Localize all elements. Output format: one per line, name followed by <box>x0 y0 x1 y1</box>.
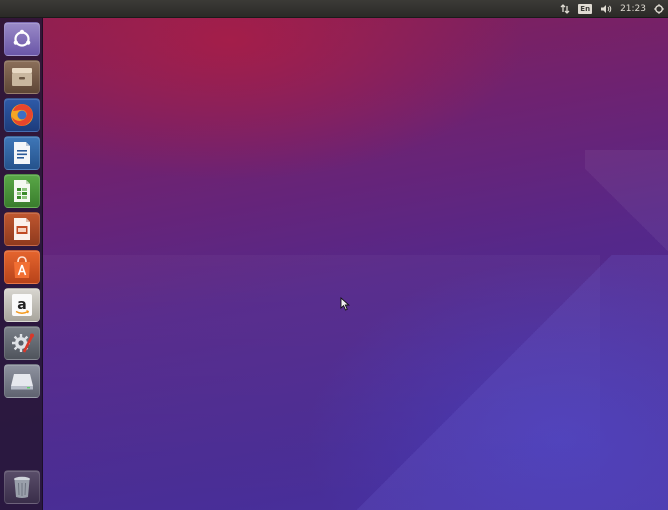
launcher-item-system-settings[interactable] <box>4 326 40 360</box>
launcher-item-libreoffice-calc[interactable] <box>4 174 40 208</box>
writer-document-icon <box>14 142 30 164</box>
launcher-item-software-center[interactable] <box>4 250 40 284</box>
drive-icon <box>11 374 33 390</box>
launcher-item-drive[interactable] <box>4 364 40 398</box>
network-arrows-icon[interactable] <box>560 4 570 14</box>
launcher-item-firefox[interactable] <box>4 98 40 132</box>
svg-text:a: a <box>17 297 26 313</box>
settings-gear-wrench-icon <box>12 333 34 353</box>
gear-icon[interactable] <box>654 4 664 14</box>
trash-icon <box>14 476 30 498</box>
pointer-arrow-icon <box>340 296 350 311</box>
launcher-item-trash[interactable] <box>4 470 40 504</box>
indicator-area: En 21:23 <box>560 0 664 18</box>
clock[interactable]: 21:23 <box>620 4 646 14</box>
file-cabinet-icon <box>12 68 32 86</box>
top-panel: En 21:23 <box>0 0 668 18</box>
launcher: a <box>0 18 43 510</box>
launcher-item-libreoffice-writer[interactable] <box>4 136 40 170</box>
wallpaper-facet <box>40 255 600 510</box>
screen: En 21:23 a <box>0 0 668 510</box>
shopping-bag-icon <box>14 256 30 278</box>
volume-icon[interactable] <box>600 4 612 14</box>
launcher-item-amazon[interactable]: a <box>4 288 40 322</box>
impress-presentation-icon <box>14 218 30 240</box>
firefox-icon <box>11 104 33 126</box>
calc-spreadsheet-icon <box>14 180 30 202</box>
launcher-item-libreoffice-impress[interactable] <box>4 212 40 246</box>
launcher-item-dash-home[interactable] <box>4 22 40 56</box>
wallpaper-facet <box>585 150 668 270</box>
launcher-item-files[interactable] <box>4 60 40 94</box>
amazon-icon: a <box>12 294 32 316</box>
mouse-cursor <box>340 296 350 315</box>
wallpaper-facet <box>300 255 668 510</box>
ubuntu-logo-icon <box>13 29 31 47</box>
keyboard-layout-indicator[interactable]: En <box>578 4 593 14</box>
desktop-wallpaper[interactable] <box>0 0 668 510</box>
